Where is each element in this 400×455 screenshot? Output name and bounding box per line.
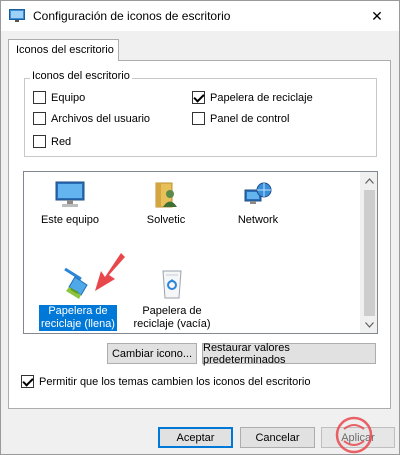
checkbox-papelera[interactable]: Papelera de reciclaje [192,91,313,104]
checkbox-label: Equipo [51,91,86,104]
icon-label: Este equipo [40,214,100,226]
checkbox-archivos-usuario[interactable]: Archivos del usuario [33,112,150,125]
checkbox-label: Archivos del usuario [51,112,151,125]
tab-label: Iconos del escritorio [16,44,114,56]
close-button[interactable]: ✕ [355,1,399,31]
checkbox-label: Panel de control [210,112,290,125]
icon-label-line2: reciclaje (llena) [41,318,115,330]
icon-label: Solvetic [146,214,186,226]
checkbox-panel-control[interactable]: Panel de control [192,112,290,125]
dialog-window: Configuración de iconos de escritorio ✕ … [0,0,400,455]
chevron-up-icon [365,177,374,184]
title-bar[interactable]: Configuración de iconos de escritorio ✕ [1,1,399,31]
annotation-arrow-icon [95,253,125,291]
icon-label-line2: reciclaje (vacía) [133,318,211,330]
checkbox-red[interactable]: Red [33,135,71,148]
icon-label-line1: Papelera de [48,305,108,317]
checkbox-box[interactable] [33,135,46,148]
icon-label-line1: Papelera de [142,305,202,317]
user-folder-icon [155,182,177,208]
icon-label: Papelera de reciclaje (llena) [39,305,117,331]
recycle-bin-empty-icon [162,270,182,299]
list-item-papelera-vacia[interactable]: Papelera de reciclaje (vacía) [126,265,218,331]
scroll-thumb[interactable] [364,190,375,316]
ok-button[interactable]: Aceptar [158,427,233,448]
recycle-bin-full-icon [64,267,88,299]
button-label: Restaurar valores predeterminados [203,341,290,366]
checkbox-label: Red [51,135,72,148]
checkbox-box[interactable] [33,112,46,125]
checkbox-label: Permitir que los temas cambien los icono… [39,375,311,388]
checkbox-allow-themes[interactable]: Permitir que los temas cambien los icono… [21,375,310,388]
checkbox-box[interactable] [192,112,205,125]
button-label: Cambiar icono... [111,347,193,360]
window-title: Configuración de iconos de escritorio [33,9,231,23]
checkbox-box[interactable] [33,91,46,104]
list-item-este-equipo[interactable]: Este equipo [24,180,116,227]
button-label: Cancelar [255,431,300,444]
restore-defaults-button[interactable]: Restaurar valores predeterminados [202,341,376,366]
list-item-network[interactable]: Network [212,180,304,227]
desktop-settings-icon [9,9,25,22]
change-icon-button[interactable]: Cambiar icono... [107,343,197,364]
solvetic-logo-icon [335,416,373,454]
checkbox-box[interactable] [192,91,205,104]
icon-list-view[interactable]: Este equipo Solvetic Network Papelera de… [23,171,378,334]
chevron-down-icon [365,321,374,328]
tab-desktop-icons[interactable]: Iconos del escritorio [8,39,119,61]
groupbox-legend: Iconos del escritorio [30,70,132,82]
scroll-down-arrow[interactable] [361,316,377,333]
computer-icon [55,181,85,207]
checkbox-box[interactable] [21,375,34,388]
network-icon [244,182,272,204]
checkbox-label: Papelera de reciclaje [210,91,313,104]
list-item-solvetic[interactable]: Solvetic [120,180,212,227]
scroll-up-arrow[interactable] [361,172,377,189]
close-icon: ✕ [371,7,383,24]
checkbox-equipo[interactable]: Equipo [33,91,85,104]
button-label: Aceptar [176,431,215,444]
icon-label: Network [237,214,279,226]
icon-label: Papelera de reciclaje (vacía) [131,305,212,331]
cancel-button[interactable]: Cancelar [240,427,315,448]
vertical-scrollbar[interactable] [360,172,377,333]
